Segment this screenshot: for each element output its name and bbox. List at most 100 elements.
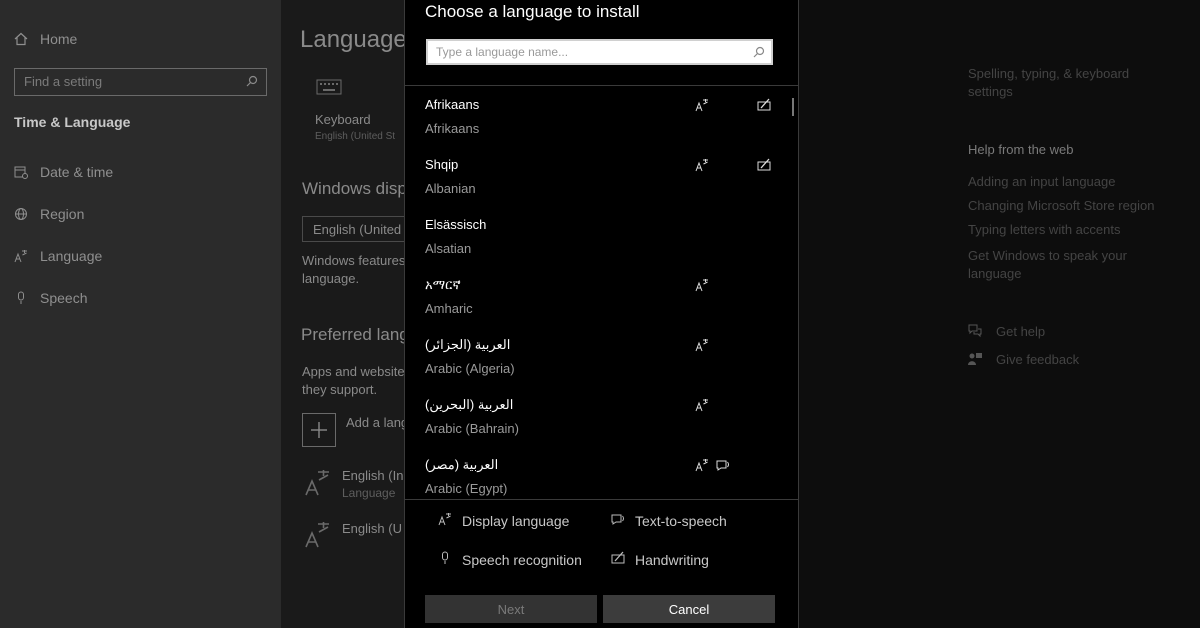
sidebar-item-language[interactable]: Language — [14, 248, 102, 264]
calendar-clock-icon — [14, 165, 28, 179]
language-search-input[interactable] — [428, 41, 736, 63]
language-english-name: Alsatian — [425, 241, 472, 256]
plus-icon — [311, 422, 327, 443]
language-icon — [305, 469, 331, 502]
language-native-name: العربية (مصر) — [425, 457, 499, 472]
list-top-divider — [405, 85, 798, 86]
language-icon — [305, 521, 331, 554]
legend-speech-recognition: Speech recognition — [438, 551, 582, 568]
help-heading: Help from the web — [968, 142, 1074, 157]
sidebar-home[interactable]: Home — [14, 31, 77, 47]
language-search-field[interactable] — [426, 39, 773, 65]
list-bottom-divider — [405, 499, 798, 500]
apps-text-2: they support. — [302, 382, 378, 397]
legend-text-to-speech: Text-to-speech — [611, 512, 727, 529]
legend-handwriting: Handwriting — [611, 551, 709, 568]
language-list-item[interactable]: Elsässisch Alsatian — [405, 217, 785, 275]
language-list-item[interactable]: Afrikaans Afrikaans — [405, 97, 785, 155]
display-language-icon — [695, 458, 711, 474]
language-native-name: Elsässisch — [425, 217, 487, 232]
legend-label: Handwriting — [635, 551, 709, 568]
display-language-value: English (United — [313, 222, 402, 237]
display-language-icon — [695, 398, 711, 414]
add-language-button[interactable] — [302, 413, 336, 447]
keyboard-sublabel: English (United St — [315, 131, 396, 142]
language-native-name: Afrikaans — [425, 97, 480, 112]
language-english-name: Amharic — [425, 301, 473, 316]
display-language-icon — [695, 278, 711, 294]
language-native-name: አማርኛ — [425, 277, 461, 292]
sidebar-item-speech[interactable]: Speech — [14, 290, 87, 306]
installed-language-sub: Language — [342, 486, 396, 500]
sidebar-item-date-time[interactable]: Date & time — [14, 164, 113, 180]
keyboard-icon — [316, 78, 342, 101]
text-to-speech-icon — [611, 512, 625, 529]
feedback-icon — [968, 352, 982, 371]
spelling-typing-link[interactable]: Spelling, typing, & keyboard settings — [968, 65, 1148, 101]
display-language-icon — [438, 512, 452, 529]
choose-language-dialog: Choose a language to install AfrikaansAf… — [404, 0, 799, 628]
sidebar-item-label: Region — [40, 206, 85, 222]
legend-label: Display language — [462, 512, 570, 529]
language-list-item[interactable]: العربية (الجزائر) Arabic (Algeria) — [405, 337, 785, 395]
language-list-item[interactable]: العربية (البحرين) Arabic (Bahrain) — [405, 397, 785, 455]
language-english-name: Arabic (Egypt) — [425, 481, 508, 496]
give-feedback-link[interactable]: Give feedback — [996, 352, 1079, 367]
keyboard-label[interactable]: Keyboard — [315, 112, 371, 127]
language-english-name: Arabic (Bahrain) — [425, 421, 519, 436]
display-language-select[interactable]: English (United — [302, 216, 412, 242]
display-language-icon — [695, 158, 711, 174]
related-settings-panel: Spelling, typing, & keyboard settings He… — [797, 0, 1200, 628]
legend-label: Speech recognition — [462, 551, 582, 568]
find-setting-placeholder: Find a setting — [24, 74, 103, 89]
search-icon — [246, 74, 258, 92]
language-native-name: العربية (البحرين) — [425, 397, 514, 412]
language-english-name: Afrikaans — [425, 121, 480, 136]
windows-features-text: Windows features — [302, 253, 406, 268]
sidebar-item-label: Speech — [40, 290, 88, 306]
section-heading: Time & Language — [14, 114, 131, 130]
windows-display-heading: Windows disp — [302, 179, 407, 198]
help-link-input-language[interactable]: Adding an input language — [968, 174, 1115, 189]
language-native-name: Shqip — [425, 157, 459, 172]
globe-icon — [14, 207, 28, 221]
installed-language-name[interactable]: English (U — [342, 521, 402, 536]
page-title: Language — [300, 26, 407, 53]
get-help-link[interactable]: Get help — [996, 324, 1045, 339]
language-english-name: Albanian — [425, 181, 476, 196]
chat-help-icon — [968, 324, 982, 343]
handwriting-icon — [611, 551, 625, 568]
list-scrollbar[interactable] — [792, 98, 794, 116]
text-to-speech-icon — [716, 458, 732, 474]
next-button[interactable]: Next — [425, 595, 597, 623]
display-language-icon — [695, 98, 711, 114]
find-setting-input[interactable]: Find a setting — [14, 68, 267, 96]
language-icon — [14, 249, 28, 263]
home-icon — [14, 32, 28, 46]
microphone-icon — [14, 291, 28, 305]
sidebar-item-region[interactable]: Region — [14, 206, 84, 222]
language-list-item[interactable]: Shqip Albanian — [405, 157, 785, 215]
sidebar-item-label: Date & time — [40, 164, 114, 180]
settings-sidebar: Home Find a setting Time & Language Date… — [0, 0, 281, 628]
legend-display-language: Display language — [438, 512, 569, 529]
cancel-button[interactable]: Cancel — [603, 595, 775, 623]
help-link-speak-language[interactable]: Get Windows to speak your language — [968, 247, 1148, 283]
dialog-title: Choose a language to install — [425, 2, 640, 21]
help-link-store-region[interactable]: Changing Microsoft Store region — [968, 198, 1154, 213]
handwriting-icon — [757, 98, 773, 114]
language-list-item[interactable]: العربية (مصر) Arabic (Egypt) — [405, 457, 785, 515]
help-link-accents[interactable]: Typing letters with accents — [968, 222, 1120, 237]
legend-label: Text-to-speech — [635, 512, 727, 529]
windows-features-text-2: language. — [302, 271, 360, 286]
microphone-icon — [438, 551, 452, 568]
language-native-name: العربية (الجزائر) — [425, 337, 511, 352]
search-icon — [753, 45, 765, 63]
apps-text: Apps and website — [302, 364, 405, 379]
add-language-label[interactable]: Add a lang — [346, 415, 408, 430]
installed-language-name[interactable]: English (In — [342, 468, 403, 483]
display-language-icon — [695, 338, 711, 354]
home-label: Home — [40, 31, 78, 47]
handwriting-icon — [757, 158, 773, 174]
language-list-item[interactable]: አማርኛ Amharic — [405, 277, 785, 335]
